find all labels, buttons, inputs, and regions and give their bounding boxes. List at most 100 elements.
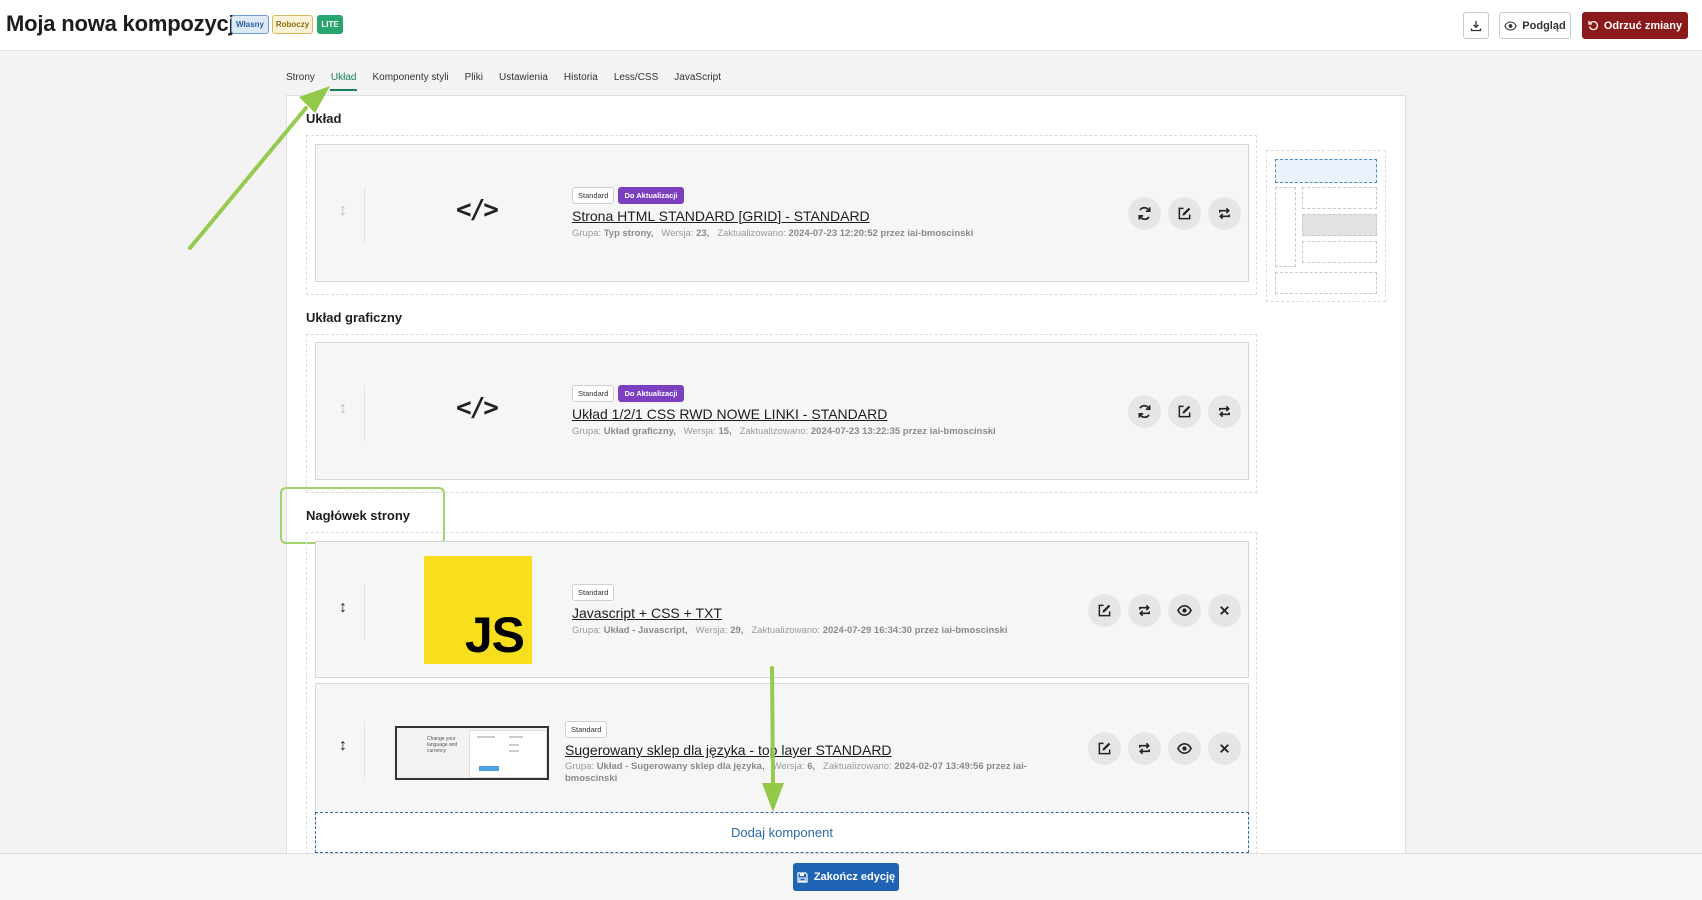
js-logo-text: JS: [464, 607, 525, 663]
section-title-uklad: Układ: [306, 111, 342, 126]
swap-icon: [1219, 405, 1230, 418]
badge-lite: LITE: [317, 15, 343, 34]
preview-button[interactable]: Podgląd: [1499, 12, 1571, 39]
top-bar: Moja nowa kompozycja Własny Roboczy LITE…: [0, 0, 1702, 51]
close-icon: [1220, 606, 1229, 615]
preview-header-region[interactable]: [1275, 159, 1377, 183]
refresh-icon: [1138, 206, 1151, 221]
component-meta: Grupa: Układ - Sugerowany sklep dla języ…: [565, 761, 1027, 784]
save-icon: [797, 871, 808, 883]
drag-handle-icon[interactable]: ↕: [336, 202, 350, 220]
remove-button[interactable]: [1208, 594, 1241, 627]
thumbnail-line: [509, 744, 519, 746]
edit-button[interactable]: [1168, 197, 1201, 230]
tag-row: Standard Do Aktualizacji: [572, 187, 684, 204]
tag-standard: Standard: [572, 385, 615, 402]
replace-button[interactable]: [1208, 197, 1241, 230]
tab-ustawienia[interactable]: Ustawienia: [499, 72, 548, 91]
tab-historia[interactable]: Historia: [564, 72, 598, 91]
finish-editing-button[interactable]: Zakończ edycję: [793, 863, 899, 891]
tag-row: Standard Do Aktualizacji: [572, 385, 684, 402]
eye-icon: [1177, 605, 1192, 616]
preview-component-button[interactable]: [1168, 732, 1201, 765]
component-actions: [1128, 197, 1241, 230]
component-meta: Grupa: Układ graficzny, Wersja: 15, Zakt…: [572, 426, 996, 437]
component-card: ↕ </> Standard Do Aktualizacji Strona HT…: [315, 144, 1249, 282]
thumbnail-button: [479, 766, 499, 771]
component-name-link[interactable]: Układ 1/2/1 CSS RWD NOWE LINKI - STANDAR…: [572, 406, 887, 422]
component-card: ↕ Change your language and currency Stan…: [315, 683, 1249, 813]
tab-javascript[interactable]: JavaScript: [674, 72, 721, 91]
tag-update: Do Aktualizacji: [618, 187, 684, 204]
thumbnail-line: [477, 736, 495, 738]
refresh-button[interactable]: [1128, 197, 1161, 230]
tab-less-css[interactable]: Less/CSS: [614, 72, 658, 91]
preview-content-region[interactable]: [1302, 187, 1377, 209]
js-logo-thumbnail: JS: [424, 556, 532, 664]
refresh-icon: [1138, 404, 1151, 419]
finish-label: Zakończ edycję: [813, 871, 896, 883]
tab-uklad[interactable]: Układ: [329, 72, 358, 91]
tag-standard: Standard: [572, 187, 615, 204]
edit-button[interactable]: [1168, 395, 1201, 428]
download-icon: [1470, 20, 1482, 31]
tab-pliki[interactable]: Pliki: [465, 72, 483, 91]
tag-standard: Standard: [572, 584, 615, 601]
refresh-button[interactable]: [1128, 395, 1161, 428]
component-card: ↕ </> Standard Do Aktualizacji Układ 1/2…: [315, 342, 1249, 480]
replace-button[interactable]: [1128, 594, 1161, 627]
eye-icon: [1504, 20, 1518, 31]
eye-icon: [1177, 743, 1192, 754]
preview-footer-region[interactable]: [1275, 272, 1377, 294]
component-actions: [1088, 594, 1241, 627]
component-actions: [1088, 732, 1241, 765]
divider: [364, 722, 365, 778]
preview-sidebar-region[interactable]: [1275, 187, 1296, 267]
edit-button[interactable]: [1088, 732, 1121, 765]
drag-handle-icon[interactable]: ↕: [336, 400, 350, 418]
edit-icon: [1178, 405, 1191, 418]
tag-update: Do Aktualizacji: [618, 385, 684, 402]
download-button[interactable]: [1463, 12, 1489, 39]
component-meta: Grupa: Układ - Javascript, Wersja: 29, Z…: [572, 625, 1008, 636]
component-name-link[interactable]: Strona HTML STANDARD [GRID] - STANDARD: [572, 208, 870, 224]
replace-button[interactable]: [1128, 732, 1161, 765]
badge-draft: Roboczy: [272, 15, 313, 34]
replace-button[interactable]: [1208, 395, 1241, 428]
component-meta: Grupa: Typ strony, Wersja: 23, Zaktualiz…: [572, 228, 974, 239]
tab-strony[interactable]: Strony: [286, 72, 315, 91]
component-name-link[interactable]: Javascript + CSS + TXT: [572, 605, 722, 621]
remove-button[interactable]: [1208, 732, 1241, 765]
tab-bar: Strony Układ Komponenty styli Pliki Usta…: [286, 72, 721, 91]
preview-label: Podgląd: [1522, 19, 1566, 32]
component-name-link[interactable]: Sugerowany sklep dla języka - top layer …: [565, 742, 892, 758]
undo-icon: [1588, 20, 1598, 31]
section-title-uklad-graficzny: Układ graficzny: [306, 310, 403, 325]
screenshot-thumbnail: Change your language and currency: [395, 726, 549, 780]
component-card: ↕ JS Standard Javascript + CSS + TXT Gru…: [315, 541, 1249, 678]
page-title: Moja nowa kompozycja: [6, 11, 247, 36]
add-component-button[interactable]: Dodaj komponent: [315, 812, 1249, 853]
close-icon: [1220, 744, 1229, 753]
discard-label: Odrzuć zmiany: [1603, 19, 1683, 32]
edit-icon: [1178, 207, 1191, 220]
preview-component-button[interactable]: [1168, 594, 1201, 627]
divider: [364, 187, 365, 243]
preview-content-region[interactable]: [1302, 241, 1377, 263]
edit-button[interactable]: [1088, 594, 1121, 627]
drag-handle-icon[interactable]: ↕: [336, 599, 350, 617]
tag-standard: Standard: [565, 721, 608, 738]
badge-own: Własny: [231, 15, 269, 34]
code-icon: </>: [456, 393, 499, 423]
discard-changes-button[interactable]: Odrzuć zmiany: [1582, 12, 1688, 39]
tab-komponenty-styli[interactable]: Komponenty styli: [372, 72, 448, 91]
layout-preview: [1266, 150, 1386, 302]
edit-icon: [1098, 604, 1111, 617]
thumbnail-line: [509, 736, 523, 738]
edit-icon: [1098, 742, 1111, 755]
swap-icon: [1139, 604, 1150, 617]
drag-handle-icon[interactable]: ↕: [336, 737, 350, 755]
preview-content-region[interactable]: [1302, 214, 1377, 236]
tag-row: Standard: [565, 721, 608, 738]
component-actions: [1128, 395, 1241, 428]
